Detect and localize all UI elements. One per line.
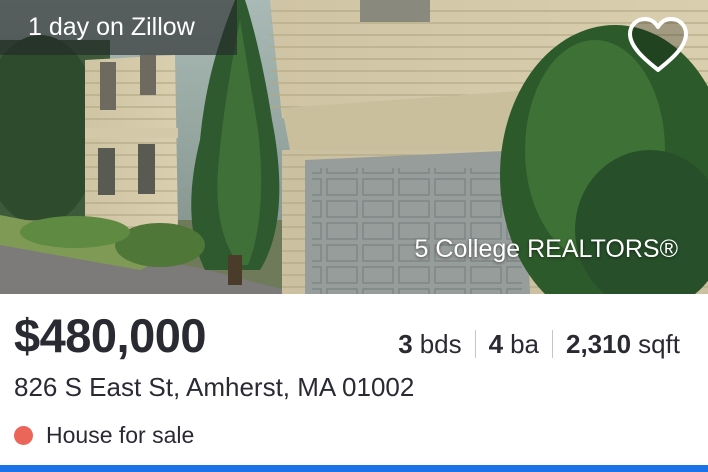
days-on-zillow-badge: 1 day on Zillow <box>0 0 237 55</box>
status-dot-icon <box>14 425 33 445</box>
save-home-button[interactable] <box>624 14 692 76</box>
baths-fact: 4 ba <box>489 329 539 360</box>
home-facts: 3 bds 4 ba 2,310 sqft <box>398 326 680 362</box>
heart-outline-icon <box>628 17 688 72</box>
status-label: House for sale <box>46 421 195 448</box>
baths-unit: ba <box>510 328 539 359</box>
fact-divider <box>474 330 476 358</box>
listing-address[interactable]: 826 S East St, Amherst, MA 01002 <box>14 372 414 403</box>
beds-value: 3 <box>398 328 413 359</box>
beds-fact: 3 bds <box>398 329 461 360</box>
sqft-value: 2,310 <box>566 328 632 359</box>
listing-status: House for sale <box>14 420 194 450</box>
brokerage-name: 5 College REALTORS® <box>414 235 678 263</box>
baths-value: 4 <box>488 328 504 359</box>
fact-divider <box>552 330 553 358</box>
sqft-unit: sqft <box>638 328 680 359</box>
listing-price: $480,000 <box>14 309 207 362</box>
listing-card[interactable]: 1 day on Zillow 5 College REALTORS® $480… <box>0 0 708 472</box>
card-accent-bar <box>0 465 708 472</box>
sqft-fact: 2,310 sqft <box>566 329 680 360</box>
beds-unit: bds <box>419 328 462 359</box>
listing-photo[interactable]: 1 day on Zillow 5 College REALTORS® <box>0 0 708 294</box>
